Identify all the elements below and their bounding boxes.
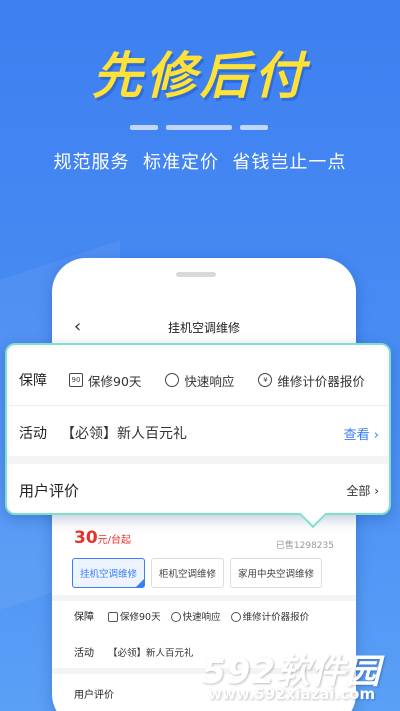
phone-guarantee-row: 保障 保修90天 快速响应 维修计价器报价 (74, 608, 356, 624)
chip-central-ac-repair[interactable]: 家用中央空调维修 (230, 558, 323, 588)
feature-meter-quote: ¥ 维修计价器报价 (258, 371, 365, 390)
calendar-icon (108, 612, 118, 622)
reviews-label: 用户评价 (74, 690, 114, 701)
feature-fast-response: 快速响应 (170, 609, 221, 623)
reviews-label: 用户评价 (19, 481, 80, 500)
price-unit: 元/台起 (97, 535, 132, 546)
feature-warranty: 90 保修90天 (69, 371, 141, 390)
decorative-dashes (130, 125, 268, 130)
chip-cabinet-ac-repair[interactable]: 柜机空调维修 (151, 558, 225, 588)
activity-text: 【必领】新人百元礼 (108, 647, 194, 659)
chevron-right-icon: › (374, 483, 379, 498)
feature-fast-response: 快速响应 (165, 371, 234, 390)
view-activity-link[interactable]: 查看 › (344, 424, 379, 443)
chevron-right-icon: › (373, 427, 379, 443)
chip-wall-ac-repair[interactable]: 挂机空调维修 (72, 558, 146, 588)
watermark-url: www.592xiazai.com (208, 685, 376, 703)
guarantee-label: 保障 (74, 612, 94, 623)
activity-text: 【必领】新人百元礼 (61, 426, 187, 442)
guarantee-label: 保障 (19, 373, 47, 389)
phone-page-title: 挂机空调维修 (167, 321, 240, 335)
activity-label: 活动 (19, 426, 47, 442)
all-reviews-link[interactable]: 全部 › (346, 482, 379, 499)
feature-warranty: 保修90天 (108, 609, 161, 623)
section-gap (7, 456, 389, 464)
phone-speaker (176, 272, 216, 277)
clock-icon (165, 373, 180, 387)
sold-count: 已售1298235 (275, 541, 334, 551)
yen-icon: ¥ (258, 373, 273, 387)
phone-nav-bar: ‹ 挂机空调维修 (52, 316, 356, 340)
feature-meter-quote: 维修计价器报价 (230, 609, 309, 623)
hero-headline: 先修后付 (92, 47, 308, 105)
activity-row[interactable]: 活动 【必领】新人百元礼 查看 › (7, 413, 389, 453)
hero-tagline: 规范服务 标准定价 省钱岂止一点 (53, 152, 347, 173)
divider (7, 405, 389, 406)
section-separator (52, 595, 356, 601)
yen-icon (230, 612, 241, 622)
price: 30元/台起 (74, 528, 131, 548)
service-chips: 挂机空调维修 柜机空调维修 家用中央空调维修 (72, 558, 323, 588)
reviews-row[interactable]: 用户评价 全部 › (7, 471, 389, 509)
activity-label: 活动 (74, 648, 94, 659)
guarantee-row: 保障 90 保修90天 快速响应 ¥ 维修计价器报价 (7, 359, 389, 401)
popup-detail-card: 保障 90 保修90天 快速响应 ¥ 维修计价器报价 活动 【必领】新人百元礼 … (5, 343, 391, 515)
price-value: 30 (74, 528, 98, 548)
watermark: 592软件园 www.592xiazai.com (196, 640, 400, 711)
clock-icon (170, 612, 181, 622)
calendar-icon: 90 (69, 373, 83, 387)
